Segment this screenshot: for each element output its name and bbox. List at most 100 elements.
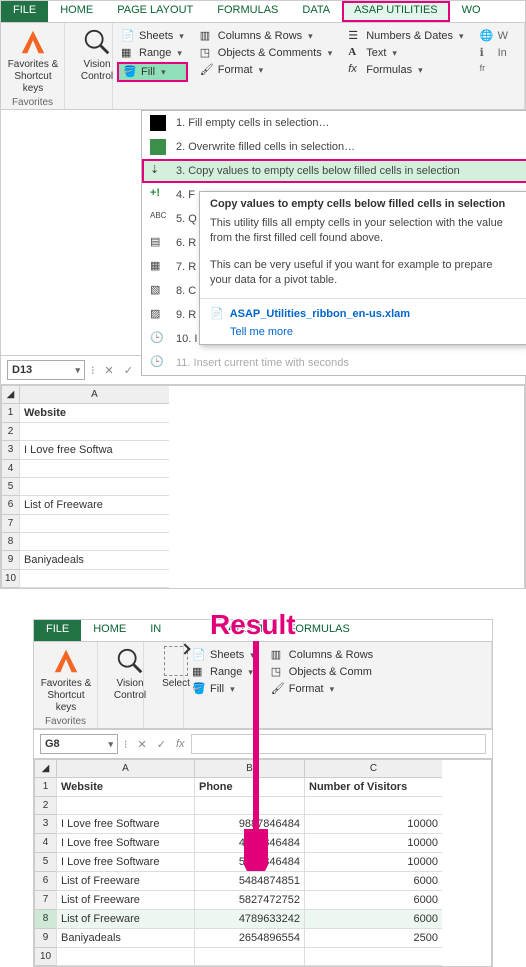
name-box-2[interactable]: G8▾ [40, 734, 118, 754]
columns-icon: ▥ [271, 648, 285, 662]
fill-menu-item-3[interactable]: ⇣3. Copy values to empty cells below fil… [142, 159, 526, 183]
objects-icon: ◳ [200, 46, 214, 60]
row-header[interactable]: 4 [1, 460, 19, 478]
range-button[interactable]: ▦Range [117, 45, 188, 61]
confirm-icon[interactable]: ✓ [124, 364, 133, 377]
tab-file-2[interactable]: FILE [34, 620, 81, 641]
tab-data[interactable]: DATA [290, 1, 342, 22]
fill-menu-item-2[interactable]: 2. Overwrite filled cells in selection… [142, 135, 526, 159]
square-green-icon [150, 139, 166, 155]
confirm-icon[interactable]: ✓ [157, 738, 166, 751]
row-header[interactable]: 3 [1, 441, 19, 460]
row-header[interactable]: 7 [1, 515, 19, 533]
tab-blank [173, 620, 209, 641]
spreadsheet[interactable]: ◢ A 1Website 2 3I Love free Softwa 4 5 6… [1, 385, 525, 588]
cancel-icon[interactable]: ✕ [105, 364, 114, 377]
row-header[interactable]: 9 [1, 551, 19, 570]
tooltip-title: Copy values to empty cells below filled … [200, 192, 526, 212]
cursor-icon [164, 646, 188, 676]
columns-rows-button-2[interactable]: ▥Columns & Rows [267, 647, 377, 663]
row-header[interactable]: 8 [1, 533, 19, 551]
magnifier-icon [115, 646, 145, 676]
cancel-icon[interactable]: ✕ [138, 738, 147, 751]
fill-menu-item-1[interactable]: 1. Fill empty cells in selection… [142, 111, 526, 135]
cell[interactable] [19, 533, 169, 551]
cell[interactable] [19, 460, 169, 478]
in-button[interactable]: ℹIn [476, 45, 512, 61]
tab-formulas[interactable]: FORMULAS [205, 1, 290, 22]
tooltip: Copy values to empty cells below filled … [199, 191, 526, 345]
tooltip-file: ASAP_Utilities_ribbon_en-us.xlam [230, 308, 410, 320]
info-icon: ℹ [480, 46, 494, 60]
favorites-button[interactable]: Favorites & Shortcut keys [5, 25, 61, 95]
cell[interactable] [19, 478, 169, 496]
range-icon: ▦ [121, 46, 135, 60]
sheets-button[interactable]: 📄Sheets [117, 28, 188, 44]
row-header[interactable]: 6 [1, 496, 19, 515]
plus-icon: +! [150, 187, 166, 203]
globe-icon: 🌐 [480, 29, 494, 43]
abc-icon: ABC [150, 211, 166, 227]
cell[interactable]: I Love free Softwa [19, 441, 169, 460]
columns-rows-button[interactable]: ▥Columns & Rows [196, 28, 336, 44]
text-button[interactable]: AText [344, 45, 467, 61]
row-header[interactable]: 2 [1, 423, 19, 441]
select-all-corner[interactable]: ◢ [1, 386, 19, 404]
cell[interactable]: List of Freeware [19, 496, 169, 515]
fill-icon: 🪣 [192, 682, 206, 696]
tab-home-2[interactable]: HOME [81, 620, 138, 641]
favorites-button-2[interactable]: Favorites & Shortcut keys [38, 644, 94, 714]
tooltip-body2: This can be very useful if you want for … [200, 254, 526, 296]
formulas-button[interactable]: fxFormulas [344, 62, 467, 78]
tab-file[interactable]: FILE [1, 1, 48, 22]
chevron-down-icon[interactable]: ▾ [75, 365, 80, 376]
addin-icon: 📄 [210, 307, 224, 320]
sheets-icon: 📄 [192, 648, 206, 662]
col-header-c2[interactable]: C [304, 760, 442, 778]
fill-button[interactable]: 🪣Fill [117, 62, 188, 82]
cells4-icon: ▨ [150, 307, 166, 323]
text-icon: A [348, 46, 362, 60]
tell-me-more-link[interactable]: Tell me more [230, 326, 293, 338]
cells2-icon: ▦ [150, 259, 166, 275]
formula-bar[interactable] [191, 734, 487, 754]
fx-icon[interactable]: fx [176, 738, 185, 750]
cell[interactable]: Baniyadeals [19, 551, 169, 570]
columns-icon: ▥ [200, 29, 214, 43]
numbers-dates-button[interactable]: ☰Numbers & Dates [344, 28, 467, 44]
format-button-2[interactable]: 🖌Format [267, 681, 377, 697]
cells-icon: ▤ [150, 235, 166, 251]
ribbon-tabs: FILE HOME PAGE LAYOUT FORMULAS DATA ASAP… [1, 1, 525, 23]
chevron-down-icon[interactable]: ▾ [108, 739, 113, 750]
tab-wo[interactable]: Wo [450, 1, 493, 22]
magnifier-icon [82, 27, 112, 57]
tab-layout[interactable]: PAGE LAYOUT [105, 1, 205, 22]
arrow-icon [244, 641, 268, 871]
cells3-icon: ▧ [150, 283, 166, 299]
tab-home[interactable]: HOME [48, 1, 105, 22]
clock2-icon: 🕒 [150, 355, 166, 371]
cell[interactable]: Website [19, 404, 169, 423]
tab-insert-2[interactable]: IN [138, 620, 173, 641]
tab-asap-utilities[interactable]: ASAP Utilities [342, 1, 450, 22]
objects-button[interactable]: ◳Objects & Comments [196, 45, 336, 61]
select-all-corner[interactable]: ◢ [34, 760, 56, 778]
objects-button-2[interactable]: ◳Objects & Comm [267, 664, 377, 680]
col-header-a[interactable]: A [19, 386, 169, 404]
cell[interactable] [19, 515, 169, 533]
clock-icon: 🕒 [150, 331, 166, 347]
row-header[interactable]: 5 [1, 478, 19, 496]
asap-logo-icon [51, 646, 81, 676]
w-button[interactable]: 🌐W [476, 28, 512, 44]
format-button[interactable]: 🖌Format [196, 62, 336, 78]
name-box[interactable]: D13▾ [7, 360, 85, 380]
copy-down-icon: ⇣ [150, 163, 166, 179]
cell[interactable] [19, 570, 169, 588]
cell[interactable] [19, 423, 169, 441]
col-header-a2[interactable]: A [56, 760, 194, 778]
row-header[interactable]: 1 [1, 404, 19, 423]
fr-button[interactable]: fr [476, 62, 512, 74]
result-label: Result [210, 609, 296, 641]
row-header[interactable]: 10 [1, 570, 19, 588]
list-icon: ☰ [348, 29, 362, 43]
